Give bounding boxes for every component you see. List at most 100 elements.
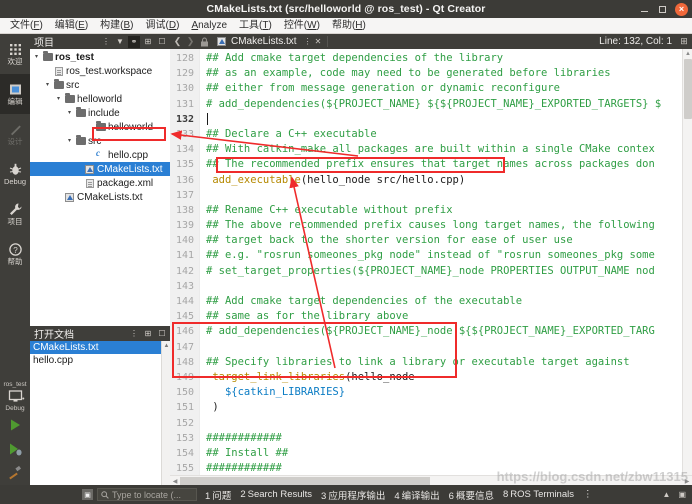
- close-icon[interactable]: ✕: [315, 37, 322, 46]
- tree-item-include-helloworld[interactable]: helloworld: [30, 120, 170, 134]
- scrollbar-thumb[interactable]: [684, 59, 692, 119]
- tree-item-package-xml[interactable]: package.xml: [30, 176, 170, 190]
- tree-item-cmakelists-root[interactable]: CMakeLists.txt: [30, 190, 170, 204]
- chevron-down-icon[interactable]: ▾: [54, 92, 63, 106]
- sidebar-item-projects-label: 项目: [7, 217, 23, 226]
- chevron-down-icon[interactable]: ▾: [65, 134, 74, 148]
- sidebar-item-design[interactable]: 设计: [0, 114, 30, 154]
- chevron-down-icon[interactable]: ▾: [65, 106, 74, 120]
- open-documents-tools: ⋮ ⊞ ☐: [128, 328, 168, 340]
- lock-icon[interactable]: [198, 37, 210, 47]
- split-icon[interactable]: ⋮: [100, 36, 112, 48]
- editor-vertical-scrollbar[interactable]: ▲ ▼: [682, 49, 692, 485]
- close-icon[interactable]: ☐: [156, 328, 168, 340]
- locator-input[interactable]: Type to locate (...: [97, 488, 197, 501]
- output-pane-application-output[interactable]: 3 应用程序输出: [321, 488, 385, 502]
- menu-debug[interactable]: 调试(D): [140, 18, 186, 33]
- build-button[interactable]: [0, 461, 30, 485]
- panel-toggle-icon[interactable]: ▣: [82, 489, 93, 500]
- more-vertical-icon[interactable]: ⋮: [583, 489, 593, 500]
- output-pane-search-results[interactable]: 2 Search Results: [240, 489, 312, 500]
- expand-icon[interactable]: ⊞: [142, 328, 154, 340]
- cmake-icon: [83, 164, 96, 174]
- tree-item-ros-test[interactable]: ▾ ros_test: [30, 50, 170, 64]
- line-number: 145: [175, 311, 194, 323]
- close-button[interactable]: ×: [675, 2, 688, 16]
- minimize-button[interactable]: [639, 4, 650, 15]
- tree-item-cmakelists-inner[interactable]: CMakeLists.txt: [30, 162, 170, 176]
- editor-file-chip[interactable]: CMakeLists.txt: [212, 36, 300, 47]
- menu-analyze[interactable]: Analyze: [185, 18, 233, 33]
- chevron-down-icon[interactable]: ▾: [43, 78, 52, 92]
- menu-edit[interactable]: 编辑(E): [49, 18, 94, 33]
- open-documents-list[interactable]: CMakeLists.txt hello.cpp ▲: [30, 341, 170, 485]
- line-number-current: 132: [175, 113, 194, 125]
- maximize-panel-icon[interactable]: ▣: [678, 490, 686, 499]
- sidebar-item-help[interactable]: ? 帮助: [0, 234, 30, 274]
- filter-icon[interactable]: ▼: [114, 36, 126, 48]
- tree-item-src-inner[interactable]: ▾ src: [30, 134, 170, 148]
- editor-horizontal-scrollbar[interactable]: ◀ ▶: [170, 475, 692, 485]
- document-item-hello-cpp[interactable]: hello.cpp: [30, 354, 170, 367]
- maximize-button[interactable]: [657, 4, 668, 15]
- run-button[interactable]: [0, 413, 30, 437]
- document-item-cmakelists[interactable]: CMakeLists.txt: [30, 341, 170, 354]
- expand-icon[interactable]: ⊞: [142, 36, 154, 48]
- sidebar-item-projects[interactable]: 项目: [0, 194, 30, 234]
- code-text[interactable]: ## Add cmake target dependencies of the …: [200, 49, 692, 485]
- code-view[interactable]: 128 129 130 131 132 133 134 135 136 137 …: [170, 49, 692, 485]
- code-line: ## Add cmake target dependencies of the …: [206, 295, 523, 307]
- project-tree[interactable]: ▾ ros_test ros_test.workspace ▾ src ▾ hello…: [30, 49, 170, 326]
- tree-item-include[interactable]: ▾ include: [30, 106, 170, 120]
- menu-build[interactable]: 构建(B): [94, 18, 139, 33]
- svg-text:?: ?: [13, 246, 18, 255]
- tree-item-label: hello.cpp: [108, 149, 149, 161]
- chevron-up-icon[interactable]: ▲: [163, 342, 170, 349]
- status-bar-right-controls: ▲ ▣: [663, 490, 692, 499]
- chevron-left-icon[interactable]: ◀: [171, 477, 179, 485]
- drag-handle-icon[interactable]: ⋮: [304, 37, 312, 46]
- search-icon: [101, 486, 109, 504]
- menu-tools[interactable]: 工具(T): [233, 18, 278, 33]
- line-number: 135: [175, 159, 194, 171]
- chevron-up-icon[interactable]: ▲: [684, 50, 692, 58]
- code-line: ############: [206, 431, 282, 444]
- output-pane-issues[interactable]: 1 问题: [205, 488, 231, 502]
- menu-help[interactable]: 帮助(H): [326, 18, 372, 33]
- collapse-icon[interactable]: ▲: [663, 490, 671, 499]
- folder-icon: [74, 135, 87, 145]
- split-editor-icon[interactable]: ⊞: [678, 36, 690, 47]
- kit-selector[interactable]: [8, 389, 24, 404]
- code-line: ${catkin_LIBRARIES}: [206, 386, 346, 399]
- open-documents-header: 打开文档 ⋮ ⊞ ☐: [30, 326, 170, 341]
- sidebar-item-edit[interactable]: 编辑: [0, 74, 30, 114]
- menu-file[interactable]: 文件(F): [4, 18, 49, 33]
- tree-item-label: src: [88, 135, 102, 147]
- chevron-left-icon[interactable]: ❮: [172, 36, 183, 47]
- chevron-right-icon[interactable]: ▶: [683, 477, 691, 485]
- output-pane-general-messages[interactable]: 6 概要信息: [449, 488, 494, 502]
- menu-window[interactable]: 控件(W): [278, 18, 326, 33]
- split-icon[interactable]: ⋮: [128, 328, 140, 340]
- sidebar-item-debug[interactable]: Debug: [0, 154, 30, 194]
- close-icon[interactable]: ☐: [156, 36, 168, 48]
- sidebar-item-welcome[interactable]: 欢迎: [0, 34, 30, 74]
- chevron-down-icon[interactable]: ▾: [32, 50, 41, 64]
- tree-item-hello-cpp[interactable]: hello.cpp: [30, 148, 170, 162]
- output-pane-compile-output[interactable]: 4 编译输出: [394, 488, 439, 502]
- chevron-right-icon[interactable]: ❯: [185, 36, 196, 47]
- line-number: 129: [175, 68, 194, 80]
- tree-item-helloworld[interactable]: ▾ helloworld: [30, 92, 170, 106]
- line-number: 146: [175, 326, 194, 338]
- link-icon[interactable]: ⚭: [128, 35, 140, 48]
- tree-item-src[interactable]: ▾ src: [30, 78, 170, 92]
- output-pane-ros-terminals[interactable]: 8 ROS Terminals: [503, 489, 574, 500]
- tree-item-ros-test-workspace[interactable]: ros_test.workspace: [30, 64, 170, 78]
- open-documents-scrollbar[interactable]: ▲: [161, 341, 170, 485]
- project-panel-header: 项目 ⋮ ▼ ⚭ ⊞ ☐: [30, 34, 170, 49]
- debug-run-button[interactable]: [0, 437, 30, 461]
- scrollbar-thumb[interactable]: [180, 477, 430, 485]
